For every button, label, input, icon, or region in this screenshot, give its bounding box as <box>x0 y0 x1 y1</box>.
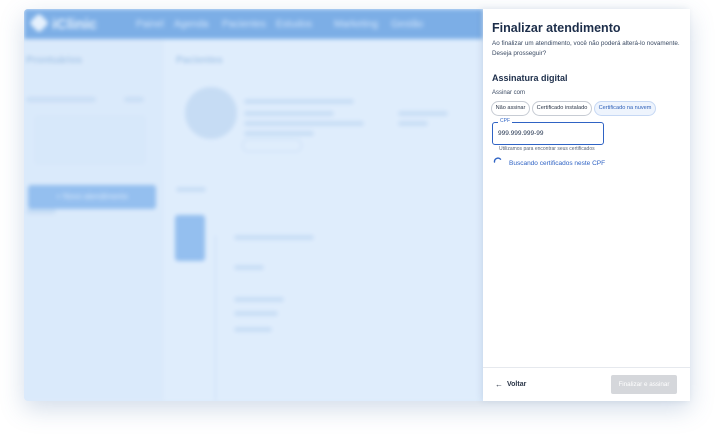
drawer-title: Finalizar atendimento <box>492 21 621 35</box>
modal-backdrop[interactable] <box>24 9 483 401</box>
option-installed-certificate[interactable]: Certificado instalado <box>532 101 592 116</box>
description-line: Deseja prosseguir? <box>492 49 547 57</box>
option-cloud-certificate[interactable]: Certificado na nuvem <box>594 101 656 116</box>
footer-divider <box>483 367 690 368</box>
cpf-helper-text: Utilizamos para encontrar seus certifica… <box>499 146 595 152</box>
drawer-description: Ao finalizar um atendimento, você não po… <box>492 39 684 58</box>
sign-with-label: Assinar com <box>492 90 526 96</box>
loading-certificates-text: Buscando certificados neste CPF <box>509 160 606 167</box>
back-button[interactable]: ← Voltar <box>495 378 526 390</box>
option-no-sign[interactable]: Não assinar <box>491 101 530 116</box>
signature-heading: Assinatura digital <box>492 73 568 83</box>
arrow-left-icon: ← <box>495 379 503 389</box>
cpf-label: CPF <box>498 118 512 124</box>
finish-and-sign-button[interactable]: Finalizar e assinar <box>611 375 677 394</box>
back-label: Voltar <box>507 380 527 388</box>
description-line: Ao finalizar um atendimento, você não po… <box>492 40 680 47</box>
cpf-input[interactable] <box>498 128 596 138</box>
spinner-icon <box>493 157 502 163</box>
cpf-field[interactable]: CPF <box>492 118 604 145</box>
finish-visit-drawer: Finalizar atendimento Ao finalizar um at… <box>483 9 690 401</box>
